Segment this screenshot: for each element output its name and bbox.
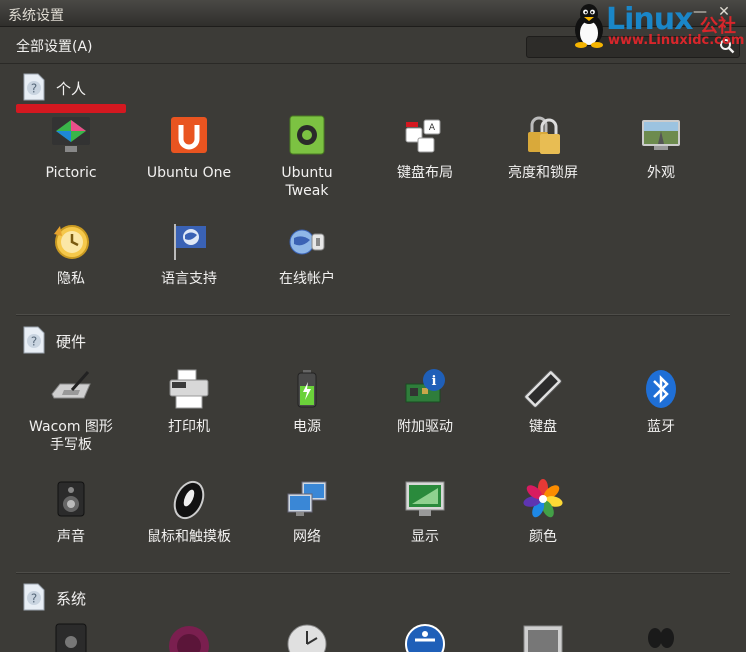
svg-text:i: i	[432, 374, 437, 389]
site-watermark-logo: Linux 公社 www.Linuxidc.com	[568, 2, 746, 48]
online-accounts-icon	[289, 229, 325, 255]
tile-label: 声音	[57, 529, 85, 545]
tile-privacy[interactable]: 隐私	[12, 220, 130, 320]
section-title: 个人	[56, 80, 87, 98]
tile-label: 蓝牙	[647, 419, 675, 435]
settings-grid: ? 个人 Pictoric Ubuntu One Ubuntu Tweak A …	[0, 64, 746, 652]
tile-language[interactable]: 语言支持	[130, 220, 248, 320]
ubuntu-logo-icon	[169, 626, 209, 652]
svg-text:A: A	[429, 123, 436, 133]
tile-system-software[interactable]	[484, 622, 602, 652]
help-document-icon: ?	[23, 73, 45, 101]
tile-label: 鼠标和触摸板	[147, 529, 231, 545]
privacy-icon	[54, 225, 89, 259]
pictoric-icon	[52, 117, 90, 152]
tile-wacom-tablet[interactable]: Wacom 图形 手写板	[12, 368, 130, 468]
tile-label: 网络	[293, 529, 321, 545]
printer-icon	[169, 369, 209, 409]
tile-ubuntu-tweak[interactable]: Ubuntu Tweak	[248, 114, 366, 214]
clock-icon	[287, 624, 327, 652]
tile-label: Pictoric	[45, 165, 97, 181]
svg-text:?: ?	[31, 592, 37, 606]
brightness-lock-icon	[528, 116, 560, 154]
tile-label: 打印机	[168, 419, 210, 435]
sound-icon	[57, 481, 85, 517]
tile-system-time[interactable]	[248, 622, 366, 652]
tile-label: 在线帐户	[279, 271, 335, 287]
tile-mouse-touchpad[interactable]: 鼠标和触摸板	[130, 478, 248, 578]
section-title: 系统	[56, 590, 87, 608]
tile-label: 键盘布局	[397, 165, 453, 181]
tile-label: 语言支持	[161, 271, 217, 287]
settings-window: 系统设置 — ✕ 全部设置(A) Linux 公社 www.Linuxidc.c…	[0, 0, 746, 652]
tile-power[interactable]: 电源	[248, 368, 366, 468]
tile-ubuntu-one[interactable]: Ubuntu One	[130, 114, 248, 214]
keyboard-icon	[524, 370, 562, 408]
tile-keyboard[interactable]: 键盘	[484, 368, 602, 468]
tile-additional-drivers[interactable]: i 附加驱动	[366, 368, 484, 468]
tux-penguin-icon	[575, 4, 603, 48]
all-settings-button[interactable]: 全部设置(A)	[16, 36, 93, 56]
help-document-icon: ?	[23, 326, 45, 354]
tile-label: 外观	[647, 165, 675, 181]
window-title: 系统设置	[8, 8, 64, 24]
tile-display[interactable]: 显示	[366, 478, 484, 578]
svg-text:?: ?	[31, 82, 37, 96]
tile-online-accounts[interactable]: 在线帐户	[248, 220, 366, 320]
tile-brightness-lock[interactable]: 亮度和锁屏	[484, 114, 602, 214]
tile-keyboard-layout[interactable]: A 键盘布局	[366, 114, 484, 214]
tile-system-details[interactable]	[130, 622, 248, 652]
tile-label: Wacom 图形 手写板	[29, 419, 113, 453]
tile-printer[interactable]: 打印机	[130, 368, 248, 468]
tile-label: 键盘	[529, 419, 557, 435]
additional-drivers-icon: i	[405, 369, 445, 403]
logo-linux-text: Linux	[606, 2, 693, 37]
annotation-underline	[16, 104, 126, 113]
logo-url-text: www.Linuxidc.com	[608, 33, 745, 48]
color-icon	[523, 479, 563, 518]
language-icon	[174, 224, 206, 260]
tile-label: 显示	[411, 529, 439, 545]
tile-label: 隐私	[57, 271, 85, 287]
accessibility-icon	[405, 624, 445, 652]
tile-label: 颜色	[529, 529, 557, 545]
section-title: 硬件	[56, 333, 87, 351]
tile-label: Ubuntu Tweak	[281, 165, 333, 199]
tile-label: 附加驱动	[397, 419, 453, 435]
tile-label: 亮度和锁屏	[508, 165, 578, 181]
tile-network[interactable]: 网络	[248, 478, 366, 578]
tile-label: Ubuntu One	[146, 165, 232, 181]
display-icon	[405, 481, 445, 516]
tile-label: 电源	[293, 419, 321, 435]
power-icon	[297, 370, 317, 408]
tile-sound[interactable]: 声音	[12, 478, 130, 578]
section-divider	[16, 314, 730, 316]
bluetooth-icon	[646, 370, 676, 408]
section-divider	[16, 572, 730, 574]
tile-pictoric[interactable]: Pictoric	[12, 114, 130, 214]
network-icon	[287, 481, 327, 516]
wacom-tablet-icon	[51, 371, 91, 399]
user-accounts-icon	[648, 628, 674, 648]
tile-appearance[interactable]: 外观	[602, 114, 720, 214]
tile-system-backup[interactable]	[12, 622, 130, 652]
ubuntu-tweak-icon	[289, 115, 325, 155]
help-document-icon: ?	[23, 583, 45, 611]
tile-system-accessibility[interactable]	[366, 622, 484, 652]
svg-text:?: ?	[31, 335, 37, 349]
tile-color[interactable]: 颜色	[484, 478, 602, 578]
tile-bluetooth[interactable]: 蓝牙	[602, 368, 720, 468]
ubuntu-one-icon	[171, 117, 207, 153]
mouse-touchpad-icon	[173, 480, 205, 520]
keyboard-layout-icon: A	[405, 119, 441, 153]
backup-icon	[55, 623, 87, 652]
tile-system-users[interactable]	[602, 622, 720, 652]
software-sources-icon	[523, 625, 563, 652]
appearance-icon	[642, 120, 680, 150]
